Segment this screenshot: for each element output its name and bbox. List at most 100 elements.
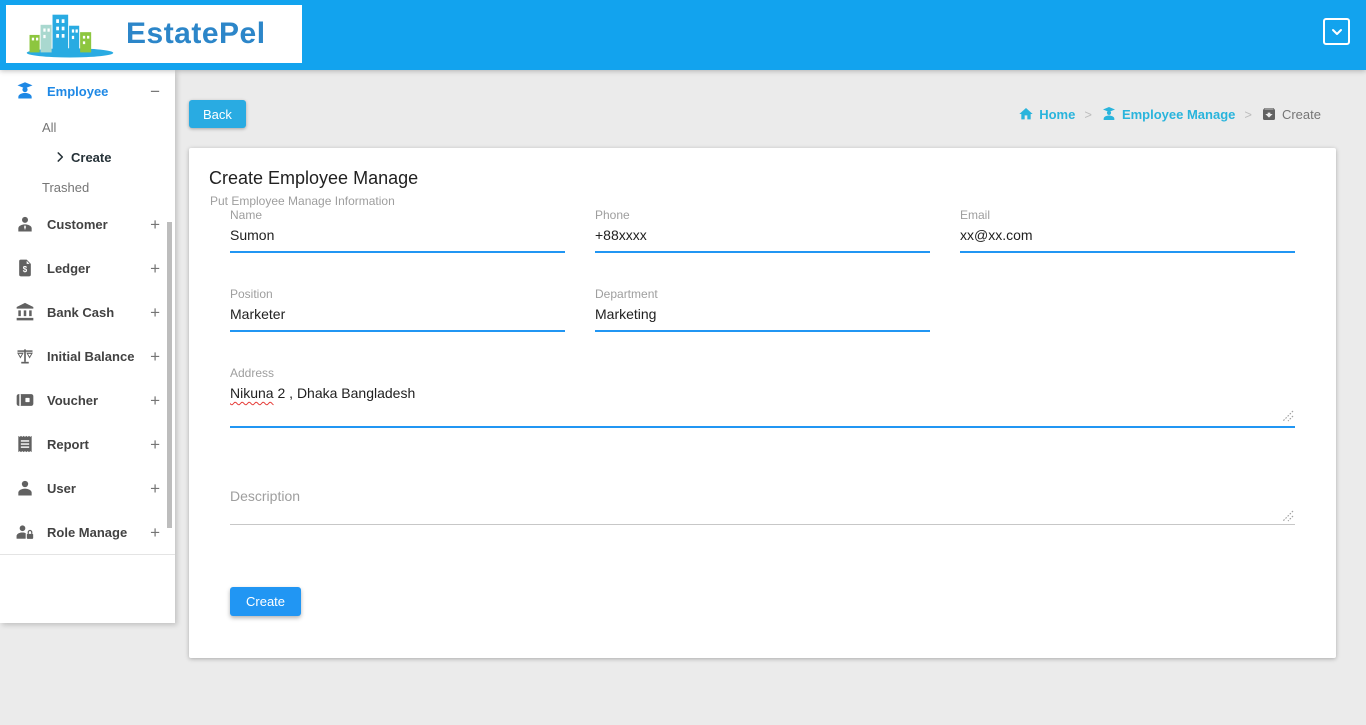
breadcrumb-label: Create [1281, 106, 1321, 122]
voucher-icon [15, 390, 35, 410]
archive-icon [1262, 108, 1275, 120]
position-field-group: Position [230, 287, 565, 332]
email-label: Email [960, 208, 991, 222]
sidebar-item-voucher[interactable]: Voucher + [0, 378, 175, 422]
chevron-down-icon [1331, 28, 1342, 35]
top-header-bar: EstatePel [0, 0, 1366, 70]
department-label: Department [595, 287, 658, 301]
subitem-label: All [42, 119, 57, 135]
sidebar-item-label: Bank Cash [47, 304, 115, 320]
sidebar-subitem-all[interactable]: All [0, 112, 175, 142]
back-button[interactable]: Back [189, 100, 246, 128]
sidebar-item-label: Employee [47, 83, 109, 99]
resize-handle-icon[interactable] [1282, 410, 1294, 422]
breadcrumb: Home > Employee Manage > Create [1018, 106, 1336, 122]
user-icon [15, 478, 35, 498]
ledger-icon: $ [15, 258, 35, 278]
description-field-group [230, 486, 1295, 525]
sidebar-item-user[interactable]: User + [0, 466, 175, 510]
expand-toggle[interactable]: + [150, 260, 160, 277]
address-text: 2 , Dhaka Bangladesh [273, 385, 416, 401]
svg-text:$: $ [23, 265, 28, 274]
expand-toggle[interactable]: + [150, 392, 160, 409]
sidebar-item-employee[interactable]: Employee − [0, 70, 175, 112]
expand-toggle[interactable]: + [150, 480, 160, 497]
expand-toggle[interactable]: + [150, 436, 160, 453]
sidebar-menu: Employee − All Create Trashed Customer +… [0, 70, 175, 555]
name-field-group: Name [230, 208, 565, 253]
breadcrumb-home[interactable]: Home [1018, 106, 1075, 122]
breadcrumb-label: Home [1039, 106, 1076, 122]
sidebar-item-label: Ledger [47, 260, 91, 276]
sidebar-item-role-manage[interactable]: Role Manage + [0, 510, 175, 554]
employee-form: Name Phone Email Position [230, 208, 1295, 616]
employee-icon [15, 81, 35, 101]
resize-handle-icon[interactable] [1282, 510, 1294, 522]
sidebar-item-label: Voucher [47, 392, 99, 408]
position-label: Position [230, 287, 273, 301]
sidebar-item-label: Initial Balance [47, 348, 135, 364]
name-label: Name [230, 208, 263, 222]
page-subtitle: Put Employee Manage Information [210, 194, 395, 208]
sidebar-item-report[interactable]: Report + [0, 422, 175, 466]
address-field-group: Address Nikuna 2 , Dhaka Bangladesh [230, 366, 1295, 428]
sidebar-item-label: Role Manage [47, 524, 128, 540]
form-row-2: Position Department [230, 287, 1295, 332]
name-input[interactable] [230, 222, 565, 253]
report-icon [15, 434, 35, 454]
breadcrumb-create: Create [1261, 106, 1321, 122]
sidebar-item-ledger[interactable]: $ Ledger + [0, 246, 175, 290]
customer-icon [15, 214, 35, 234]
sidebar-subitem-trashed[interactable]: Trashed [0, 172, 175, 202]
breadcrumb-label: Employee Manage [1121, 106, 1236, 122]
breadcrumb-separator: > [1244, 106, 1252, 122]
buildings-icon [26, 14, 114, 58]
collapse-toggle[interactable]: − [150, 83, 160, 100]
logo[interactable]: EstatePel [6, 5, 302, 63]
row2-spacer [960, 287, 1295, 332]
chevron-right-icon [57, 152, 64, 162]
home-icon [1019, 108, 1033, 120]
bank-icon [15, 302, 35, 322]
phone-label: Phone [595, 208, 630, 222]
page-title: Create Employee Manage [209, 168, 419, 188]
expand-toggle[interactable]: + [150, 216, 160, 233]
sidebar-subitem-create[interactable]: Create [0, 142, 175, 172]
sidebar-item-label: Customer [47, 216, 108, 232]
address-label: Address [230, 366, 275, 380]
breadcrumb-employee-manage[interactable]: Employee Manage [1101, 106, 1235, 122]
email-input[interactable] [960, 222, 1295, 253]
sidebar-item-label: Report [47, 436, 89, 452]
phone-input[interactable] [595, 222, 930, 253]
balance-scale-icon [15, 346, 35, 366]
expand-toggle[interactable]: + [150, 524, 160, 541]
subitem-label: Create [71, 149, 112, 165]
misspelled-word: Nikuna [230, 385, 274, 401]
expand-toggle[interactable]: + [150, 348, 160, 365]
brand-name: EstatePel [126, 17, 266, 50]
sidebar-item-initial-balance[interactable]: Initial Balance + [0, 334, 175, 378]
form-card: Create Employee Manage Put Employee Mana… [189, 148, 1336, 658]
sidebar-item-customer[interactable]: Customer + [0, 202, 175, 246]
sidebar-item-label: User [47, 480, 76, 496]
content-topbar: Back Home > Employee Manage > Create [189, 100, 1336, 128]
email-field-group: Email [960, 208, 1295, 253]
department-field-group: Department [595, 287, 930, 332]
expand-toggle[interactable]: + [150, 304, 160, 321]
department-input[interactable] [595, 301, 930, 332]
app-window: EstatePel Employee − All Create Trashed … [0, 0, 1366, 725]
breadcrumb-separator: > [1084, 106, 1092, 122]
phone-field-group: Phone [595, 208, 930, 253]
sidebar-scrollbar-thumb[interactable] [167, 222, 172, 528]
address-textarea[interactable]: Nikuna 2 , Dhaka Bangladesh [230, 380, 1295, 428]
sidebar-item-bank-cash[interactable]: Bank Cash + [0, 290, 175, 334]
role-manage-icon [15, 522, 35, 542]
form-row-1: Name Phone Email [230, 208, 1295, 253]
position-input[interactable] [230, 301, 565, 332]
create-button[interactable]: Create [230, 587, 302, 616]
employee-icon [1102, 107, 1115, 120]
description-textarea[interactable] [230, 486, 1295, 525]
header-dropdown-button[interactable] [1323, 18, 1350, 45]
main-content: Back Home > Employee Manage > Create Cre… [189, 70, 1336, 658]
subitem-label: Trashed [42, 179, 90, 195]
